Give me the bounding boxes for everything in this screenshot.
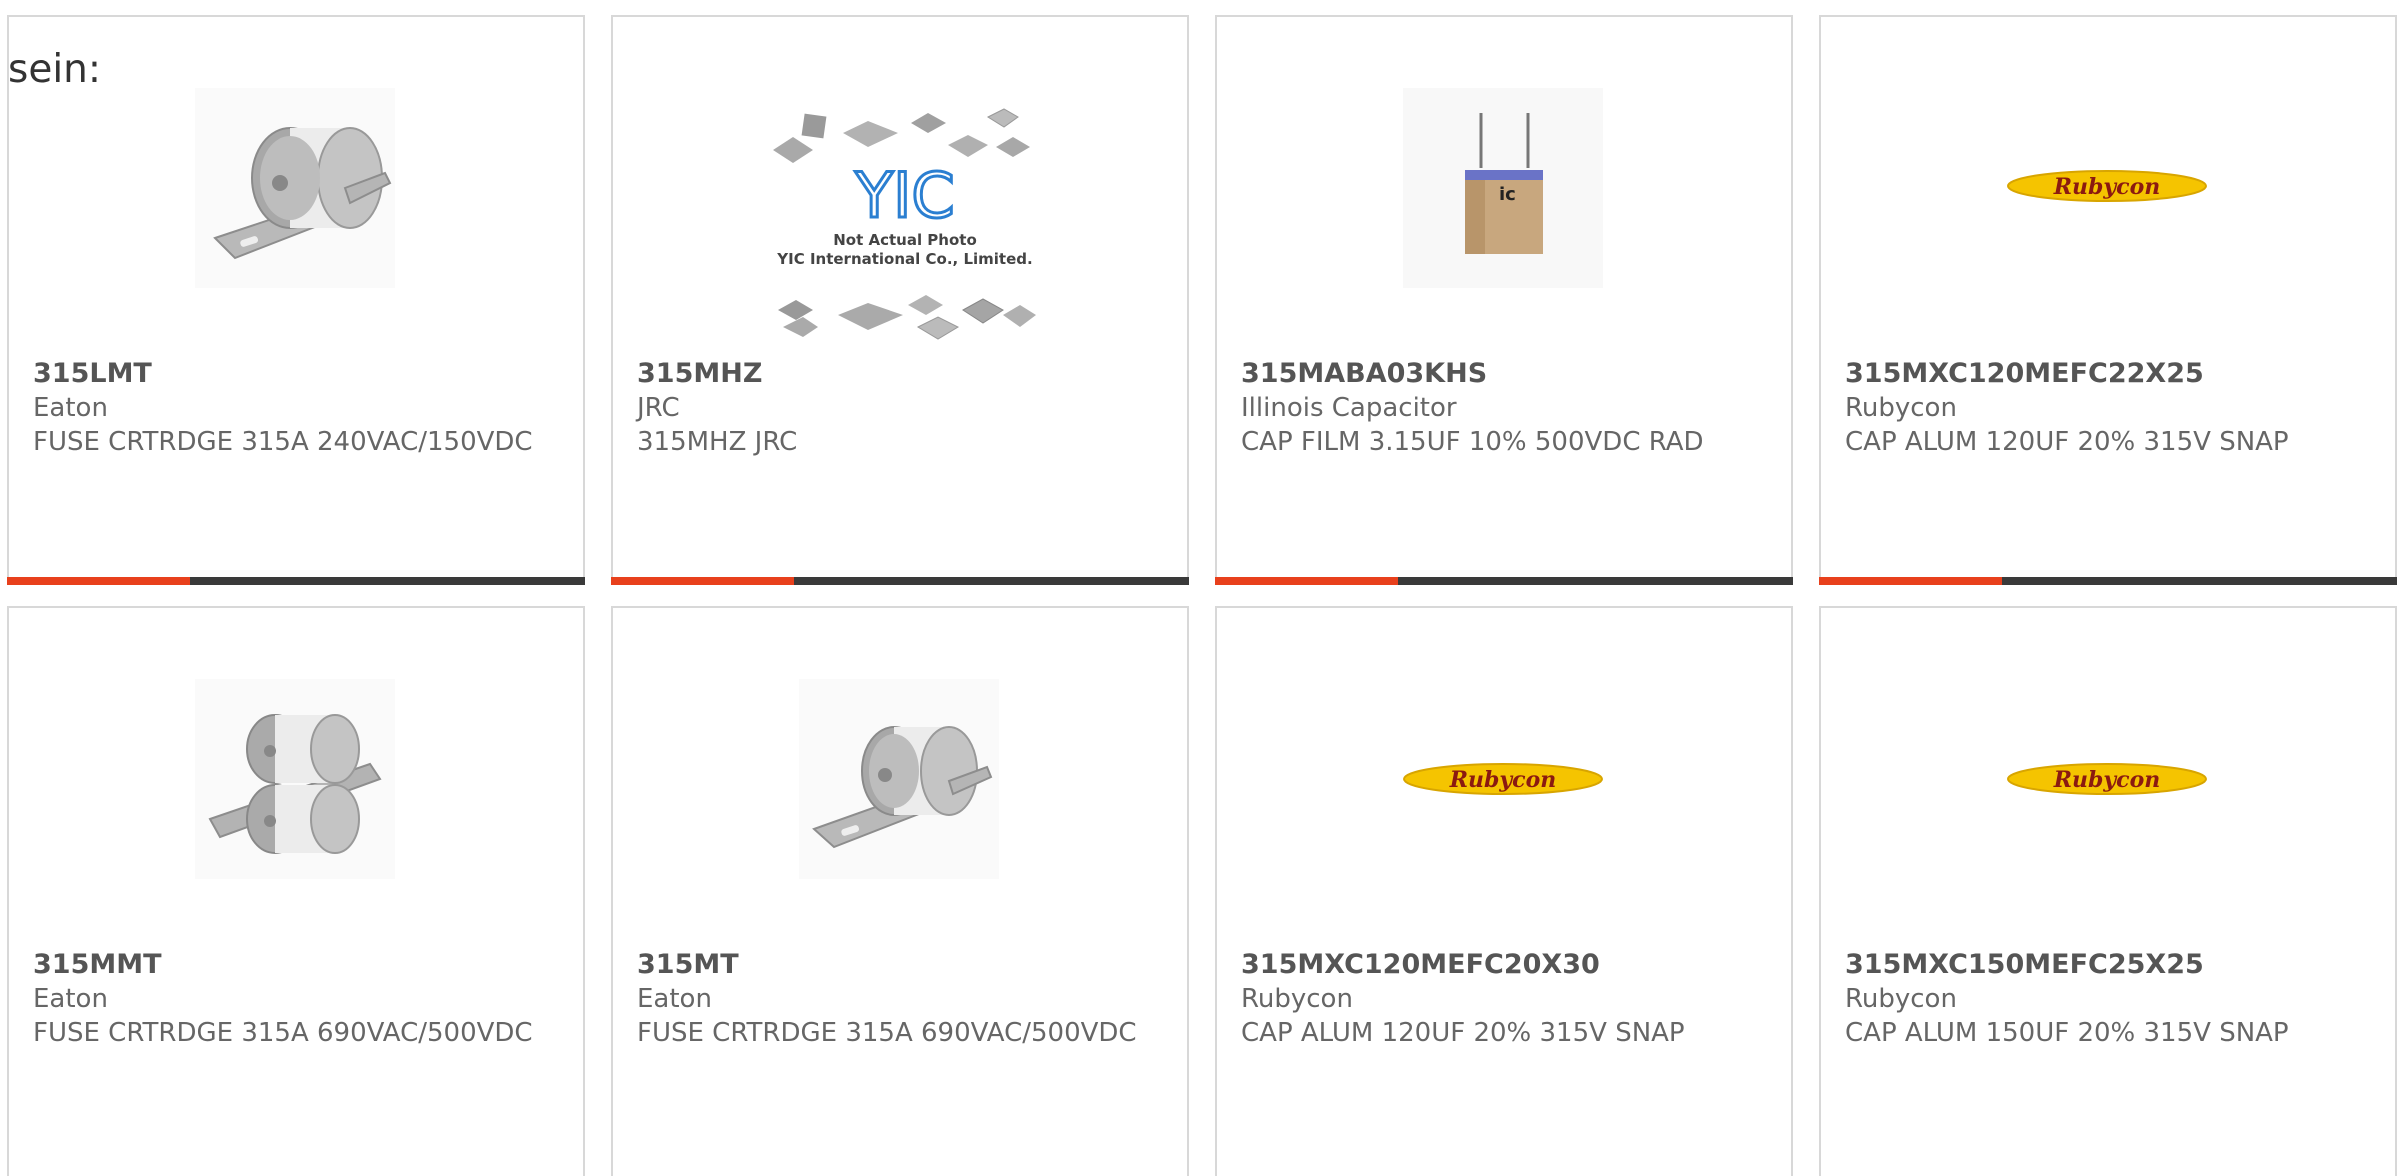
yic-logo: YIC bbox=[854, 159, 954, 232]
product-info: 315MMT Eaton FUSE CRTRDGE 315A 690VAC/50… bbox=[33, 948, 563, 1050]
part-number[interactable]: 315LMT bbox=[33, 357, 563, 391]
product-image[interactable]: Rubycon bbox=[2007, 88, 2207, 288]
rubycon-logo: Rubycon bbox=[2007, 763, 2207, 795]
part-number[interactable]: 315MXC120MEFC20X30 bbox=[1241, 948, 1771, 982]
product-info: 315LMT Eaton FUSE CRTRDGE 315A 240VAC/15… bbox=[33, 357, 563, 459]
fuse-single-icon bbox=[799, 679, 999, 879]
product-image[interactable]: Rubycon bbox=[1403, 679, 1603, 879]
manufacturer: Eaton bbox=[33, 393, 108, 423]
product-card[interactable]: Rubycon 315MXC120MEFC22X25 Rubycon CAP A… bbox=[1819, 15, 2397, 585]
product-info: 315MXC120MEFC20X30 Rubycon CAP ALUM 120U… bbox=[1241, 948, 1771, 1050]
manufacturer: Rubycon bbox=[1845, 984, 1957, 1014]
fuse-single-icon bbox=[195, 88, 395, 288]
manufacturer: Illinois Capacitor bbox=[1241, 393, 1457, 423]
part-number[interactable]: 315MXC150MEFC25X25 bbox=[1845, 948, 2375, 982]
rubycon-logo: Rubycon bbox=[2007, 170, 2207, 202]
product-info: 315MABA03KHS Illinois Capacitor CAP FILM… bbox=[1241, 357, 1771, 459]
product-card[interactable]: YIC Not Actual Photo YIC International C… bbox=[611, 15, 1189, 585]
part-number[interactable]: 315MMT bbox=[33, 948, 563, 982]
product-card[interactable]: ic 315MABA03KHS Illinois Capacitor CAP F… bbox=[1215, 15, 1793, 585]
description: CAP ALUM 150UF 20% 315V SNAP bbox=[1845, 1018, 2289, 1048]
product-image[interactable] bbox=[799, 679, 999, 879]
description: CAP ALUM 120UF 20% 315V SNAP bbox=[1845, 427, 2289, 457]
description: FUSE CRTRDGE 315A 690VAC/500VDC bbox=[33, 1018, 533, 1048]
product-info: 315MHZ JRC 315MHZ JRC bbox=[637, 357, 1167, 459]
rubycon-logo: Rubycon bbox=[1403, 763, 1603, 795]
product-grid: 315LMT Eaton FUSE CRTRDGE 315A 240VAC/15… bbox=[0, 0, 2400, 1176]
product-info: 315MXC150MEFC25X25 Rubycon CAP ALUM 150U… bbox=[1845, 948, 2375, 1050]
product-info: 315MXC120MEFC22X25 Rubycon CAP ALUM 120U… bbox=[1845, 357, 2375, 459]
card-progress-bar bbox=[7, 577, 585, 585]
product-card[interactable]: 315MT Eaton FUSE CRTRDGE 315A 690VAC/500… bbox=[611, 606, 1189, 1176]
product-card[interactable]: 315MMT Eaton FUSE CRTRDGE 315A 690VAC/50… bbox=[7, 606, 585, 1176]
card-progress-bar bbox=[1819, 577, 2397, 585]
product-image[interactable] bbox=[195, 679, 395, 879]
product-card[interactable]: Rubycon 315MXC120MEFC20X30 Rubycon CAP A… bbox=[1215, 606, 1793, 1176]
description: FUSE CRTRDGE 315A 690VAC/500VDC bbox=[637, 1018, 1137, 1048]
part-number[interactable]: 315MHZ bbox=[637, 357, 1167, 391]
description: FUSE CRTRDGE 315A 240VAC/150VDC bbox=[33, 427, 533, 457]
card-progress-accent bbox=[611, 577, 794, 585]
film-capacitor-icon: ic bbox=[1403, 88, 1603, 288]
part-number[interactable]: 315MABA03KHS bbox=[1241, 357, 1771, 391]
svg-text:Rubycon: Rubycon bbox=[2053, 767, 2161, 793]
product-image[interactable]: Rubycon bbox=[2007, 679, 2207, 879]
product-image[interactable]: ic bbox=[1403, 88, 1603, 288]
svg-text:Rubycon: Rubycon bbox=[1449, 767, 1557, 793]
description: CAP FILM 3.15UF 10% 500VDC RAD bbox=[1241, 427, 1704, 457]
product-card[interactable]: Rubycon 315MXC150MEFC25X25 Rubycon CAP A… bbox=[1819, 606, 2397, 1176]
page-heading: sein: bbox=[8, 47, 102, 92]
yic-company-text: YIC International Co., Limited. bbox=[776, 250, 1032, 268]
description: CAP ALUM 120UF 20% 315V SNAP bbox=[1241, 1018, 1685, 1048]
not-actual-photo-text: Not Actual Photo bbox=[833, 231, 977, 249]
svg-text:Rubycon: Rubycon bbox=[2053, 174, 2161, 200]
manufacturer: Rubycon bbox=[1241, 984, 1353, 1014]
card-progress-bar bbox=[611, 577, 1189, 585]
not-actual-photo-icon: YIC Not Actual Photo YIC International C… bbox=[773, 108, 1036, 340]
product-image[interactable] bbox=[195, 88, 395, 288]
product-image[interactable]: YIC Not Actual Photo YIC International C… bbox=[768, 95, 1038, 365]
card-progress-accent bbox=[1819, 577, 2002, 585]
product-info: 315MT Eaton FUSE CRTRDGE 315A 690VAC/500… bbox=[637, 948, 1167, 1050]
card-progress-accent bbox=[1215, 577, 1398, 585]
manufacturer: Rubycon bbox=[1845, 393, 1957, 423]
ic-mark: ic bbox=[1499, 184, 1516, 205]
manufacturer: JRC bbox=[637, 393, 680, 423]
part-number[interactable]: 315MXC120MEFC22X25 bbox=[1845, 357, 2375, 391]
product-card[interactable]: 315LMT Eaton FUSE CRTRDGE 315A 240VAC/15… bbox=[7, 15, 585, 585]
manufacturer: Eaton bbox=[637, 984, 712, 1014]
manufacturer: Eaton bbox=[33, 984, 108, 1014]
card-progress-accent bbox=[7, 577, 190, 585]
fuse-double-icon bbox=[195, 679, 395, 879]
description: 315MHZ JRC bbox=[637, 427, 798, 457]
part-number[interactable]: 315MT bbox=[637, 948, 1167, 982]
card-progress-bar bbox=[1215, 577, 1793, 585]
